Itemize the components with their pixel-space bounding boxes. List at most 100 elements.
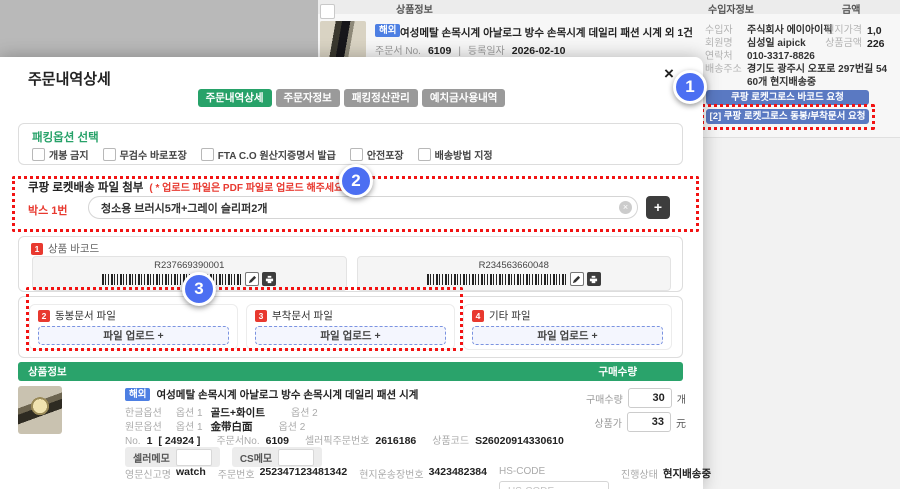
importer-row: 60개 현지배송중 [705,78,900,88]
purchase-qty-row: 구매수량 개 [548,388,686,408]
no-label: No. [125,436,141,447]
product-barcode-card: 1 상품 바코드 R237669390001 R234563660048 [18,236,683,292]
attached-doc-column: 3 부착문서 파일 파일 업로드 + [246,304,455,350]
status-label: 진행상태 [621,466,658,481]
order-number-value: 252347123481342 [260,466,348,478]
checkbox-icon[interactable] [103,148,116,161]
overseas-badge: 해외 [375,24,400,37]
checkbox-icon[interactable] [350,148,363,161]
product-amount-label: 상품금액 [816,39,862,49]
checkbox-icon[interactable] [418,148,431,161]
step-badge-1: 1 [31,243,43,255]
product-amount-value: 226 [867,39,885,49]
product-title-row: 해외 여성메탈 손목시계 아날로그 방수 손목시계 데일리 패션 시계 [125,387,418,402]
hscode-label: HS-CODE [499,466,609,477]
memo-row: 셀러메모 CS메모 [125,447,322,467]
step-badge-2: 2 [38,310,50,322]
option1-label: 옵션 1 [176,418,203,433]
seller-memo-input[interactable] [176,449,212,466]
upload-attached-doc-button[interactable]: 파일 업로드 + [255,326,446,345]
hscode-column: HS-CODE [499,466,609,489]
row-product-thumbnail [320,21,366,58]
add-box-button[interactable]: + [646,196,670,219]
print-icon[interactable] [587,272,601,286]
rocket-section-heading: 쿠팡 로켓배송 파일 첨부 ( * 업로드 파일은 PDF 파일로 업로드 해주… [28,179,352,195]
close-icon[interactable]: × [658,64,680,84]
order-sheet-label: 주문서No. [216,432,259,447]
sellerpick-order-label: 셀러픽주문번호 [305,432,369,447]
file-column-heading: 3 부착문서 파일 [255,308,446,323]
product-price-row: 상품가 元 [548,412,686,432]
option2-label: 옵션 2 [279,418,306,433]
edit-icon[interactable] [245,272,259,286]
purchase-qty-input[interactable] [628,388,672,408]
seller-memo-chip: 셀러메모 [125,447,220,467]
no-value: 1 [147,435,153,447]
coupang-doc-request-button[interactable]: [2] 쿠팡 로켓그로스 동봉/부착문서 요청 [706,109,869,124]
product-price-label: 상품가 [594,415,622,430]
order-detail-modal: 주문내역상세 × 주문내역상세 주문자정보 패킹정산관리 예치금사용내역 패킹옵… [0,57,703,489]
edit-icon[interactable] [570,272,584,286]
checkbox-no-open[interactable]: 개봉 금지 [32,147,89,162]
coupang-barcode-request-button[interactable]: 쿠팡 로켓그로스 바코드 요청 [706,90,869,105]
checkbox-label: FTA C.O 원산지증명서 발급 [218,147,336,162]
phone-value: 010-3317-8826 [747,52,815,62]
checkbox-label: 배송방법 지정 [435,147,493,162]
barcode-heading: 상품 바코드 [48,241,99,256]
pdf-upload-note: ( * 업로드 파일은 PDF 파일로 업로드 해주세요. ) [149,179,352,194]
barcode-number: R237669390001 [154,261,224,271]
modal-tabs: 주문내역상세 주문자정보 패킹정산관리 예치금사용내역 [0,89,703,107]
file-column-label: 동봉문서 파일 [55,308,116,323]
seller-memo-label: 셀러메모 [133,450,170,465]
amount-block: 현지가격 1,0 상품금액 226 [816,26,885,49]
reg-date-value: 2026-02-10 [512,45,566,57]
row-product-title: 여성메탈 손목시계 아날로그 방수 손목시계 데일리 패션 시계 외 1건 [400,25,693,40]
row-select-checkbox[interactable] [320,4,335,19]
clear-input-icon[interactable]: × [619,201,632,214]
option1-label: 옵션 1 [176,404,203,419]
checkbox-fta-certificate[interactable]: FTA C.O 원산지증명서 발급 [201,147,336,162]
status-value: 현지배송중 [663,466,711,481]
amount-row: 상품금액 226 [816,39,885,49]
amount-row: 현지가격 1,0 [816,26,885,36]
qty-unit: 개 [677,391,686,406]
barcode-stripes [427,274,567,285]
tab-orderer-info[interactable]: 주문자정보 [276,89,340,107]
barcode-line [102,272,276,286]
local-price-value: 1,0 [867,26,882,36]
option-group-label: 원문옵션 [125,418,162,433]
checkbox-no-inspection-pack[interactable]: 무검수 바로포장 [103,147,187,162]
checkbox-icon[interactable] [201,148,214,161]
barcode-boxes: R237669390001 R234563660048 [32,256,671,291]
declaration-row: 영문신고명 watch 주문번호 252347123481342 현지운송장번호… [125,466,711,489]
step-badge-4: 4 [472,310,484,322]
upload-etc-file-button[interactable]: 파일 업로드 + [472,326,663,345]
product-info-bar: 상품정보 구매수량 [18,362,683,381]
tab-packing-settlement[interactable]: 패킹정산관리 [344,89,418,107]
row-order-meta: 주문서 No. 6109 | 등록일자 2026-02-10 [375,42,565,57]
upload-enclosed-doc-button[interactable]: 파일 업로드 + [38,326,229,345]
checkbox-icon[interactable] [32,148,45,161]
hscode-input[interactable] [499,481,609,489]
product-meta-row: No. 1 [ 24924 ] 주문서No. 6109 셀러픽주문번호 2616… [125,432,564,447]
box-content-input[interactable] [88,196,638,219]
tab-order-detail[interactable]: 주문내역상세 [198,89,272,107]
tab-deposit-history[interactable]: 예치금사용내역 [422,89,506,107]
local-price-label: 현지가격 [816,26,862,36]
product-price-input[interactable] [627,412,671,432]
cs-memo-chip: CS메모 [232,447,322,467]
checkbox-safe-packing[interactable]: 안전포장 [350,147,404,162]
step-badge-3: 3 [255,310,267,322]
checkbox-shipping-method[interactable]: 배송방법 지정 [418,147,493,162]
cs-memo-input[interactable] [278,449,314,466]
print-icon[interactable] [262,272,276,286]
file-column-heading: 2 동봉문서 파일 [38,308,229,323]
importer-row: 연락처010-3317-8826 [705,52,900,62]
tracking-label: 현지운송장번호 [359,466,423,481]
barcode-stripes [102,274,242,285]
box-number-label: 박스 1번 [28,202,68,218]
order-no-value: 6109 [428,45,451,57]
product-info-bar-title: 상품정보 [28,364,67,379]
modal-title: 주문내역상세 [28,68,111,89]
backdrop-dim [0,0,318,58]
